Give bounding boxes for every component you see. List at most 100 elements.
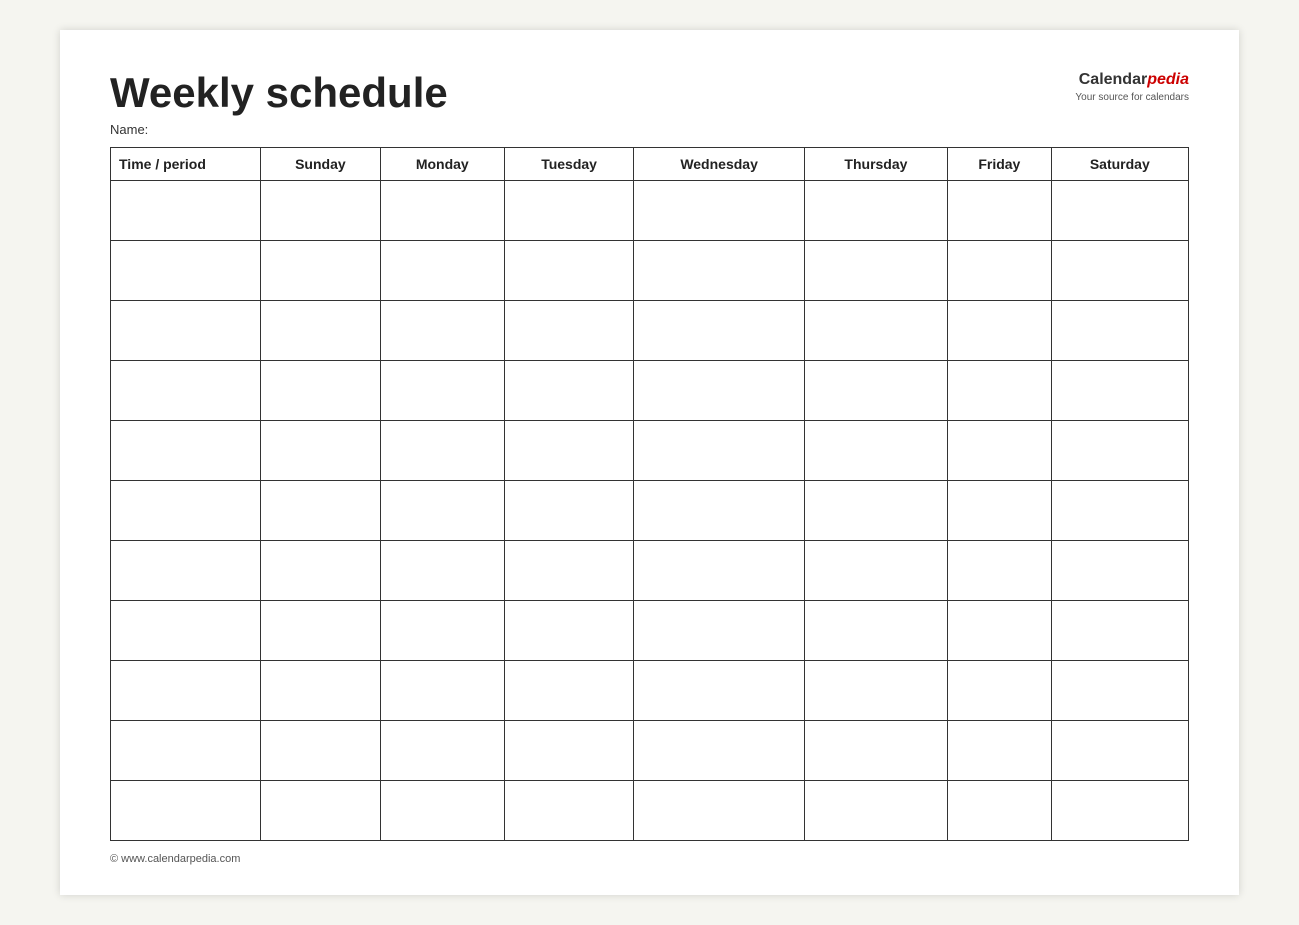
day-cell-7-1[interactable] [261,601,381,661]
day-cell-0-6[interactable] [948,181,1052,241]
day-cell-1-2[interactable] [380,241,504,301]
time-cell-7[interactable] [111,601,261,661]
day-cell-2-4[interactable] [634,301,805,361]
day-cell-7-6[interactable] [948,601,1052,661]
day-cell-10-4[interactable] [634,781,805,841]
title-area: Weekly schedule Name: [110,70,448,137]
day-cell-0-4[interactable] [634,181,805,241]
day-cell-3-5[interactable] [804,361,947,421]
day-cell-3-4[interactable] [634,361,805,421]
day-cell-1-3[interactable] [504,241,634,301]
day-cell-9-6[interactable] [948,721,1052,781]
time-cell-2[interactable] [111,301,261,361]
day-cell-9-7[interactable] [1051,721,1188,781]
day-cell-6-3[interactable] [504,541,634,601]
time-cell-3[interactable] [111,361,261,421]
day-cell-2-1[interactable] [261,301,381,361]
day-cell-1-1[interactable] [261,241,381,301]
day-cell-4-6[interactable] [948,421,1052,481]
day-cell-1-5[interactable] [804,241,947,301]
day-cell-9-4[interactable] [634,721,805,781]
day-cell-5-6[interactable] [948,481,1052,541]
day-cell-6-7[interactable] [1051,541,1188,601]
day-cell-1-6[interactable] [948,241,1052,301]
day-cell-7-4[interactable] [634,601,805,661]
day-cell-4-4[interactable] [634,421,805,481]
day-cell-8-4[interactable] [634,661,805,721]
day-cell-5-5[interactable] [804,481,947,541]
day-cell-10-7[interactable] [1051,781,1188,841]
day-cell-6-6[interactable] [948,541,1052,601]
day-cell-10-3[interactable] [504,781,634,841]
time-cell-9[interactable] [111,721,261,781]
day-cell-8-6[interactable] [948,661,1052,721]
day-cell-1-7[interactable] [1051,241,1188,301]
day-cell-2-2[interactable] [380,301,504,361]
day-cell-8-5[interactable] [804,661,947,721]
day-cell-9-3[interactable] [504,721,634,781]
name-label: Name: [110,122,448,137]
day-cell-7-3[interactable] [504,601,634,661]
day-cell-4-5[interactable] [804,421,947,481]
day-cell-6-4[interactable] [634,541,805,601]
day-cell-0-1[interactable] [261,181,381,241]
day-cell-9-5[interactable] [804,721,947,781]
day-cell-8-1[interactable] [261,661,381,721]
day-cell-10-5[interactable] [804,781,947,841]
day-cell-3-6[interactable] [948,361,1052,421]
day-cell-10-1[interactable] [261,781,381,841]
day-cell-2-5[interactable] [804,301,947,361]
day-cell-2-3[interactable] [504,301,634,361]
logo-pedia-text: pedia [1147,71,1189,88]
header-tuesday: Tuesday [504,148,634,181]
day-cell-4-1[interactable] [261,421,381,481]
day-cell-8-7[interactable] [1051,661,1188,721]
day-cell-3-1[interactable] [261,361,381,421]
logo-calendarpedia: Calendarpedia [1075,70,1189,91]
header-wednesday: Wednesday [634,148,805,181]
header-sunday: Sunday [261,148,381,181]
day-cell-5-4[interactable] [634,481,805,541]
day-cell-3-3[interactable] [504,361,634,421]
day-cell-0-3[interactable] [504,181,634,241]
time-cell-5[interactable] [111,481,261,541]
time-cell-4[interactable] [111,421,261,481]
header-thursday: Thursday [804,148,947,181]
time-cell-8[interactable] [111,661,261,721]
day-cell-6-2[interactable] [380,541,504,601]
day-cell-0-2[interactable] [380,181,504,241]
day-cell-0-5[interactable] [804,181,947,241]
day-cell-2-7[interactable] [1051,301,1188,361]
day-cell-6-1[interactable] [261,541,381,601]
day-cell-0-7[interactable] [1051,181,1188,241]
day-cell-2-6[interactable] [948,301,1052,361]
day-cell-7-5[interactable] [804,601,947,661]
day-cell-5-1[interactable] [261,481,381,541]
time-cell-1[interactable] [111,241,261,301]
day-cell-8-2[interactable] [380,661,504,721]
day-cell-10-6[interactable] [948,781,1052,841]
day-cell-4-3[interactable] [504,421,634,481]
logo-tagline: Your source for calendars [1075,91,1189,104]
page-container: Weekly schedule Name: Calendarpedia Your… [60,30,1239,895]
day-cell-1-4[interactable] [634,241,805,301]
day-cell-5-3[interactable] [504,481,634,541]
time-cell-0[interactable] [111,181,261,241]
day-cell-7-2[interactable] [380,601,504,661]
day-cell-10-2[interactable] [380,781,504,841]
page-title: Weekly schedule [110,70,448,116]
day-cell-3-7[interactable] [1051,361,1188,421]
day-cell-4-2[interactable] [380,421,504,481]
day-cell-4-7[interactable] [1051,421,1188,481]
day-cell-8-3[interactable] [504,661,634,721]
day-cell-7-7[interactable] [1051,601,1188,661]
day-cell-9-2[interactable] [380,721,504,781]
day-cell-5-2[interactable] [380,481,504,541]
day-cell-5-7[interactable] [1051,481,1188,541]
table-header-row: Time / period Sunday Monday Tuesday Wedn… [111,148,1189,181]
day-cell-6-5[interactable] [804,541,947,601]
day-cell-3-2[interactable] [380,361,504,421]
day-cell-9-1[interactable] [261,721,381,781]
time-cell-10[interactable] [111,781,261,841]
time-cell-6[interactable] [111,541,261,601]
